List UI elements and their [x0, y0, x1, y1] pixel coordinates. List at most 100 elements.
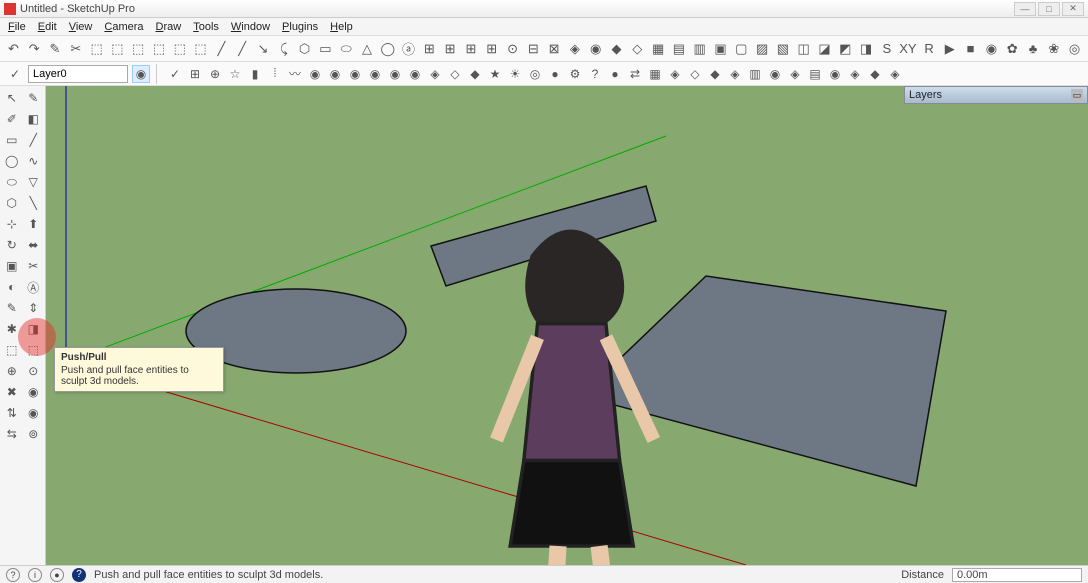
- menu-edit[interactable]: Edit: [32, 20, 63, 34]
- status-icon-2[interactable]: i: [28, 568, 42, 582]
- top-tool-50[interactable]: ❀: [1044, 39, 1063, 59]
- left-tool-16-0[interactable]: ⇆: [2, 424, 22, 444]
- left-tool-5-1[interactable]: ╲: [24, 193, 44, 213]
- mid-tool-10[interactable]: ◉: [366, 65, 384, 83]
- menu-window[interactable]: Window: [225, 20, 276, 34]
- close-button[interactable]: ✕: [1062, 2, 1084, 16]
- mid-tool-5[interactable]: ⦙: [266, 65, 284, 83]
- top-tool-20[interactable]: ⊞: [420, 39, 439, 59]
- mid-tool-8[interactable]: ◉: [326, 65, 344, 83]
- menu-plugins[interactable]: Plugins: [276, 20, 324, 34]
- left-tool-4-0[interactable]: ⬭: [2, 172, 22, 192]
- top-tool-40[interactable]: ◩: [836, 39, 855, 59]
- left-tool-5-0[interactable]: ⬡: [2, 193, 22, 213]
- mid-tool-36[interactable]: ◈: [886, 65, 904, 83]
- top-tool-8[interactable]: ⬚: [170, 39, 189, 59]
- top-tool-1[interactable]: ↷: [25, 39, 44, 59]
- mid-tool-15[interactable]: ◆: [466, 65, 484, 83]
- mid-tool-0[interactable]: ✓: [166, 65, 184, 83]
- top-tool-14[interactable]: ⬡: [295, 39, 314, 59]
- top-tool-35[interactable]: ▢: [732, 39, 751, 59]
- top-tool-18[interactable]: ◯: [378, 39, 397, 59]
- mid-tool-35[interactable]: ◆: [866, 65, 884, 83]
- top-tool-38[interactable]: ◫: [794, 39, 813, 59]
- left-tool-4-1[interactable]: ▽: [24, 172, 44, 192]
- mid-tool-17[interactable]: ☀: [506, 65, 524, 83]
- top-tool-15[interactable]: ▭: [316, 39, 335, 59]
- mid-tool-6[interactable]: 〰: [286, 65, 304, 83]
- mid-tool-33[interactable]: ◉: [826, 65, 844, 83]
- top-tool-44[interactable]: R: [920, 39, 939, 59]
- top-tool-46[interactable]: ■: [961, 39, 980, 59]
- top-tool-6[interactable]: ⬚: [129, 39, 148, 59]
- left-tool-14-1[interactable]: ◉: [24, 382, 44, 402]
- top-tool-21[interactable]: ⊞: [441, 39, 460, 59]
- mid-tool-19[interactable]: ●: [546, 65, 564, 83]
- left-tool-8-1[interactable]: ✂: [24, 256, 44, 276]
- top-tool-41[interactable]: ◨: [857, 39, 876, 59]
- left-tool-6-1[interactable]: ⬆: [24, 214, 44, 234]
- menu-view[interactable]: View: [63, 20, 99, 34]
- left-tool-9-0[interactable]: ◐: [2, 277, 22, 297]
- left-tool-15-0[interactable]: ⇅: [2, 403, 22, 423]
- menu-tools[interactable]: Tools: [187, 20, 225, 34]
- left-tool-14-0[interactable]: ✖: [2, 382, 22, 402]
- mid-tool-31[interactable]: ◈: [786, 65, 804, 83]
- left-tool-7-0[interactable]: ↻: [2, 235, 22, 255]
- mid-tool-7[interactable]: ◉: [306, 65, 324, 83]
- mid-tool-28[interactable]: ◈: [726, 65, 744, 83]
- mid-tool-13[interactable]: ◈: [426, 65, 444, 83]
- mid-tool-22[interactable]: ●: [606, 65, 624, 83]
- top-tool-3[interactable]: ✂: [66, 39, 85, 59]
- mid-tool-9[interactable]: ◉: [346, 65, 364, 83]
- left-tool-13-0[interactable]: ⊕: [2, 361, 22, 381]
- mid-tool-25[interactable]: ◈: [666, 65, 684, 83]
- layers-panel-close[interactable]: ▭: [1071, 89, 1083, 101]
- left-tool-0-0[interactable]: ↖: [2, 88, 22, 108]
- top-tool-17[interactable]: △: [358, 39, 377, 59]
- mid-tool-32[interactable]: ▤: [806, 65, 824, 83]
- help-icon[interactable]: ?: [72, 568, 86, 582]
- top-tool-12[interactable]: ↘: [254, 39, 273, 59]
- top-tool-0[interactable]: ↶: [4, 39, 23, 59]
- mid-tool-21[interactable]: ?: [586, 65, 604, 83]
- top-tool-2[interactable]: ✎: [46, 39, 65, 59]
- mid-tool-23[interactable]: ⇄: [626, 65, 644, 83]
- top-tool-11[interactable]: ╱: [233, 39, 252, 59]
- left-tool-1-0[interactable]: ✐: [2, 109, 22, 129]
- left-tool-15-1[interactable]: ◉: [24, 403, 44, 423]
- mid-tool-26[interactable]: ◇: [686, 65, 704, 83]
- top-tool-26[interactable]: ⊠: [545, 39, 564, 59]
- left-tool-3-0[interactable]: ◯: [2, 151, 22, 171]
- left-tool-2-0[interactable]: ▭: [2, 130, 22, 150]
- top-tool-28[interactable]: ◉: [586, 39, 605, 59]
- top-tool-48[interactable]: ✿: [1003, 39, 1022, 59]
- mid-tool-24[interactable]: ▦: [646, 65, 664, 83]
- menu-camera[interactable]: Camera: [98, 20, 149, 34]
- mid-tool-20[interactable]: ⚙: [566, 65, 584, 83]
- top-tool-5[interactable]: ⬚: [108, 39, 127, 59]
- mid-tool-34[interactable]: ◈: [846, 65, 864, 83]
- mid-tool-2[interactable]: ⊕: [206, 65, 224, 83]
- left-tool-3-1[interactable]: ∿: [24, 151, 44, 171]
- top-tool-37[interactable]: ▧: [773, 39, 792, 59]
- top-tool-51[interactable]: ◎: [1065, 39, 1084, 59]
- top-tool-45[interactable]: ▶: [940, 39, 959, 59]
- layers-panel[interactable]: Layers ▭: [904, 86, 1088, 104]
- left-tool-10-1[interactable]: ⇕: [24, 298, 44, 318]
- left-tool-9-1[interactable]: Ⓐ: [24, 277, 44, 297]
- top-tool-10[interactable]: ╱: [212, 39, 231, 59]
- top-tool-4[interactable]: ⬚: [87, 39, 106, 59]
- top-tool-47[interactable]: ◉: [982, 39, 1001, 59]
- top-tool-29[interactable]: ◆: [607, 39, 626, 59]
- top-tool-49[interactable]: ♣: [1024, 39, 1043, 59]
- left-tool-7-1[interactable]: ⬌: [24, 235, 44, 255]
- top-tool-9[interactable]: ⬚: [191, 39, 210, 59]
- top-tool-30[interactable]: ◇: [628, 39, 647, 59]
- left-tool-8-0[interactable]: ▣: [2, 256, 22, 276]
- mid-tool-30[interactable]: ◉: [766, 65, 784, 83]
- top-tool-31[interactable]: ▦: [649, 39, 668, 59]
- status-icon-3[interactable]: ●: [50, 568, 64, 582]
- mid-tool-4[interactable]: ▮: [246, 65, 264, 83]
- top-tool-22[interactable]: ⊞: [462, 39, 481, 59]
